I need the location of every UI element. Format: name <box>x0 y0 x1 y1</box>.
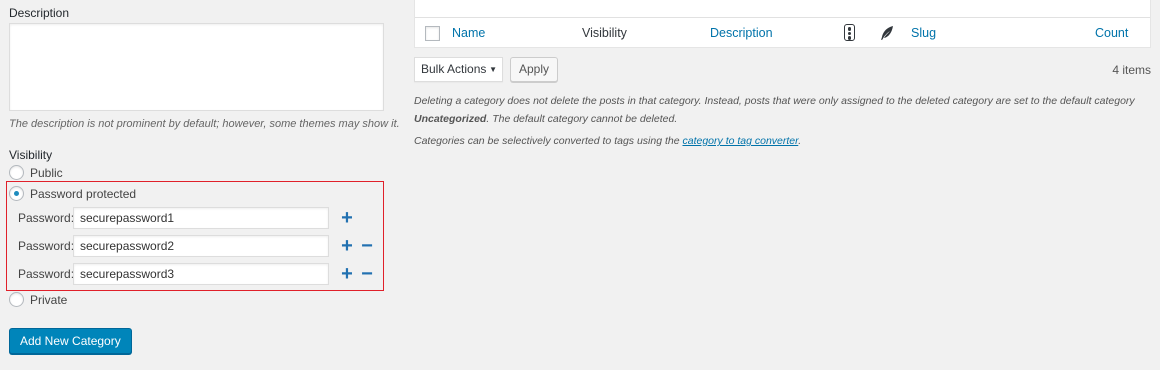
select-all-checkbox[interactable] <box>425 26 440 41</box>
bulk-actions-label: Bulk Actions <box>421 62 487 76</box>
password-label: Password: <box>18 211 75 225</box>
column-slug[interactable]: Slug <box>911 26 936 40</box>
delete-note-text-end: . The default category cannot be deleted… <box>486 113 678 125</box>
dropdown-arrow-icon: ▼ <box>489 65 497 74</box>
description-textarea[interactable] <box>9 23 384 111</box>
password-row: Password: securepassword2 + − <box>18 235 376 257</box>
description-hint: The description is not prominent by defa… <box>9 118 400 130</box>
password-row: Password: securepassword1 + <box>18 207 376 229</box>
radio-public-label: Public <box>30 165 63 180</box>
feather-icon <box>881 26 893 40</box>
convert-note-period: . <box>798 135 802 147</box>
column-count[interactable]: Count <box>1095 26 1128 40</box>
convert-category-note: Categories can be selectively converted … <box>414 132 1149 150</box>
add-password-button[interactable]: + <box>338 208 356 228</box>
table-header-row: Name Visibility Description Slug Count <box>415 17 1150 47</box>
add-new-category-button[interactable]: Add New Category <box>9 328 132 354</box>
delete-category-note: Deleting a category does not delete the … <box>414 92 1149 128</box>
category-to-tag-converter-link[interactable]: category to tag converter <box>683 135 799 147</box>
visibility-option-password[interactable]: Password protected <box>9 186 136 201</box>
radio-password-protected[interactable] <box>9 186 24 201</box>
password-label: Password: <box>18 239 75 253</box>
password-row: Password: securepassword3 + − <box>18 263 376 285</box>
delete-note-text: Deleting a category does not delete the … <box>414 95 1135 107</box>
bulk-actions-select[interactable]: Bulk Actions ▼ <box>414 57 503 82</box>
visibility-label: Visibility <box>9 148 53 162</box>
traffic-light-icon <box>844 24 855 41</box>
items-count: 4 items <box>1112 63 1151 77</box>
add-password-button[interactable]: + <box>338 264 356 284</box>
password-input[interactable]: securepassword3 <box>73 263 329 285</box>
password-input[interactable]: securepassword2 <box>73 235 329 257</box>
password-input[interactable]: securepassword1 <box>73 207 329 229</box>
remove-password-button[interactable]: − <box>358 264 376 284</box>
visibility-option-private[interactable]: Private <box>9 292 67 307</box>
categories-table: Name Visibility Description Slug Count <box>414 0 1151 48</box>
category-list: Name Visibility Description Slug Count B… <box>414 0 1160 370</box>
radio-private-label: Private <box>30 292 68 307</box>
radio-password-label: Password protected <box>30 186 137 201</box>
add-password-button[interactable]: + <box>338 236 356 256</box>
convert-note-text: Categories can be selectively converted … <box>414 135 683 147</box>
radio-public[interactable] <box>9 165 24 180</box>
apply-button[interactable]: Apply <box>510 57 558 82</box>
default-category-name: Uncategorized <box>414 113 487 125</box>
description-label: Description <box>9 6 70 20</box>
column-description[interactable]: Description <box>710 26 773 40</box>
column-visibility: Visibility <box>582 26 627 40</box>
password-label: Password: <box>18 267 75 281</box>
radio-private[interactable] <box>9 292 24 307</box>
visibility-option-public[interactable]: Public <box>9 165 63 180</box>
column-name[interactable]: Name <box>452 26 485 40</box>
remove-password-button[interactable]: − <box>358 236 376 256</box>
